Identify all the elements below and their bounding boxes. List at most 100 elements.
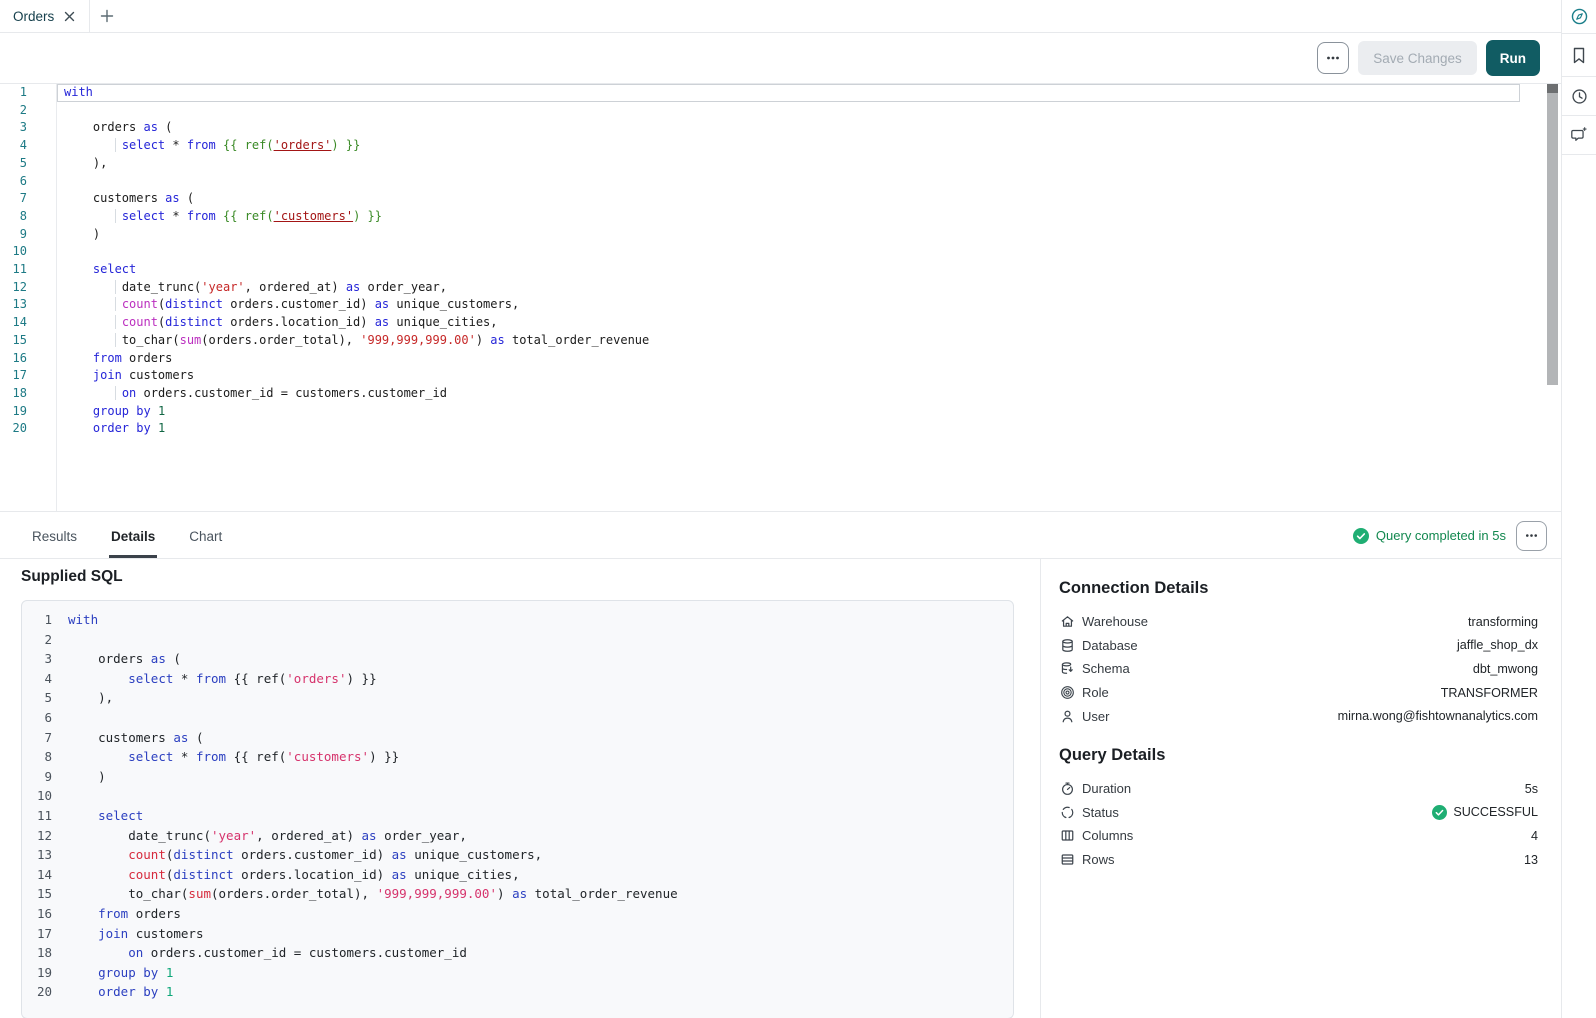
tab-orders[interactable]: Orders — [0, 0, 90, 32]
code-line-17[interactable]: 17 join customers — [0, 367, 1520, 385]
code-line-12[interactable]: 12 date_trunc('year', ordered_at) as ord… — [0, 279, 1520, 297]
code-line-14: 14 count(distinct orders.location_id) as… — [22, 865, 1013, 885]
detail-value: SUCCESSFUL — [1432, 805, 1538, 820]
check-circle-icon — [1432, 805, 1447, 820]
detail-row-user: User mirna.wong@fishtownanalytics.com — [1059, 704, 1538, 728]
status-icon — [1059, 805, 1075, 820]
detail-label: Columns — [1082, 828, 1133, 843]
code-line-20[interactable]: 20 order by 1 — [0, 420, 1520, 438]
new-tab-button[interactable] — [90, 0, 124, 32]
code-line-16: 16 from orders — [22, 904, 1013, 924]
detail-value: TRANSFORMER — [1441, 686, 1538, 700]
line-number: 1 — [22, 610, 52, 630]
line-number: 3 — [0, 119, 57, 137]
line-number: 15 — [22, 884, 52, 904]
tab-details[interactable]: Details — [109, 512, 157, 558]
code-line-1[interactable]: 1with — [0, 84, 1520, 102]
line-number: 2 — [22, 630, 52, 650]
right-icon-rail — [1561, 0, 1596, 1018]
code-line-11[interactable]: 11 select — [0, 261, 1520, 279]
dbt-ide-app: Orders Save Changes Run 1with23 orders a… — [0, 0, 1596, 1018]
history-button[interactable] — [1562, 77, 1596, 116]
tab-results[interactable]: Results — [30, 512, 79, 558]
code-line-13: 13 count(distinct orders.customer_id) as… — [22, 845, 1013, 865]
line-number: 16 — [0, 350, 57, 368]
line-number: 1 — [0, 84, 57, 102]
code-line-2[interactable]: 2 — [0, 102, 1520, 120]
detail-row-schema: Schema dbt_mwong — [1059, 657, 1538, 681]
more-options-button[interactable] — [1317, 42, 1349, 74]
feedback-button[interactable] — [1562, 116, 1596, 155]
detail-row-database: Database jaffle_shop_dx — [1059, 634, 1538, 658]
code-line-7[interactable]: 7 customers as ( — [0, 190, 1520, 208]
line-number: 13 — [0, 296, 57, 314]
code-line-4[interactable]: 4 select * from {{ ref('orders') }} — [0, 137, 1520, 155]
tab-chart[interactable]: Chart — [187, 512, 224, 558]
detail-label: User — [1082, 709, 1109, 724]
code-line-3: 3 orders as ( — [22, 649, 1013, 669]
connection-details-title: Connection Details — [1059, 579, 1538, 598]
line-number: 20 — [22, 982, 52, 1002]
file-tab-bar: Orders — [0, 0, 1561, 33]
line-number: 9 — [22, 767, 52, 787]
code-line-3[interactable]: 3 orders as ( — [0, 119, 1520, 137]
warehouse-icon — [1059, 614, 1075, 629]
code-line-16[interactable]: 16 from orders — [0, 350, 1520, 368]
line-number: 5 — [22, 688, 52, 708]
line-number: 18 — [0, 385, 57, 403]
code-line-13[interactable]: 13 count(distinct orders.customer_id) as… — [0, 296, 1520, 314]
supplied-sql-title: Supplied SQL — [21, 568, 1040, 586]
code-line-19[interactable]: 19 group by 1 — [0, 403, 1520, 421]
code-line-19: 19 group by 1 — [22, 963, 1013, 983]
line-number: 18 — [22, 943, 52, 963]
code-line-9[interactable]: 9 ) — [0, 226, 1520, 244]
code-line-10[interactable]: 10 — [0, 243, 1520, 261]
line-number: 8 — [22, 747, 52, 767]
code-line-8[interactable]: 8 select * from {{ ref('customers') }} — [0, 208, 1520, 226]
run-button[interactable]: Run — [1486, 40, 1540, 76]
line-number: 19 — [22, 963, 52, 983]
code-line-6[interactable]: 6 — [0, 173, 1520, 191]
line-number: 7 — [22, 728, 52, 748]
scrollbar-thumb[interactable] — [1547, 93, 1558, 385]
save-changes-button[interactable]: Save Changes — [1358, 41, 1477, 75]
code-line-15[interactable]: 15 to_char(sum(orders.order_total), '999… — [0, 332, 1520, 350]
database-icon — [1059, 638, 1075, 653]
status-value-text: SUCCESSFUL — [1453, 805, 1538, 819]
detail-row-warehouse: Warehouse transforming — [1059, 610, 1538, 634]
line-number: 17 — [0, 367, 57, 385]
detail-label: Schema — [1082, 661, 1130, 676]
feedback-icon — [1570, 126, 1588, 144]
line-number: 10 — [22, 786, 52, 806]
details-sidebar: Connection Details Warehouse transformin… — [1040, 559, 1561, 1018]
supplied-sql-code: 1with23 orders as (4 select * from {{ re… — [22, 610, 1013, 1002]
line-number: 12 — [0, 279, 57, 297]
code-line-11: 11 select — [22, 806, 1013, 826]
line-number: 6 — [0, 173, 57, 191]
line-number: 17 — [22, 924, 52, 944]
detail-row-duration: Duration 5s — [1059, 777, 1538, 801]
code-line-20: 20 order by 1 — [22, 982, 1013, 1002]
close-icon[interactable] — [64, 11, 75, 22]
line-number: 6 — [22, 708, 52, 728]
code-line-18: 18 on orders.customer_id = customers.cus… — [22, 943, 1013, 963]
code-line-7: 7 customers as ( — [22, 728, 1013, 748]
code-line-18[interactable]: 18 on orders.customer_id = customers.cus… — [0, 385, 1520, 403]
scrollbar-cap — [1547, 84, 1558, 93]
code-line-5: 5 ), — [22, 688, 1013, 708]
tab-label: Orders — [13, 9, 54, 24]
schema-icon — [1059, 661, 1075, 676]
code-line-5[interactable]: 5 ), — [0, 155, 1520, 173]
detail-label: Status — [1082, 805, 1119, 820]
line-number: 19 — [0, 403, 57, 421]
results-more-button[interactable] — [1516, 521, 1547, 551]
code-line-14[interactable]: 14 count(distinct orders.location_id) as… — [0, 314, 1520, 332]
user-icon — [1059, 709, 1075, 724]
copilot-compass-button[interactable] — [1562, 0, 1596, 34]
editor-scrollbar[interactable] — [1547, 84, 1558, 511]
bookmark-button[interactable] — [1562, 34, 1596, 77]
line-number: 11 — [22, 806, 52, 826]
line-number: 3 — [22, 649, 52, 669]
line-number: 16 — [22, 904, 52, 924]
sql-editor[interactable]: 1with23 orders as (4 select * from {{ re… — [0, 84, 1520, 511]
